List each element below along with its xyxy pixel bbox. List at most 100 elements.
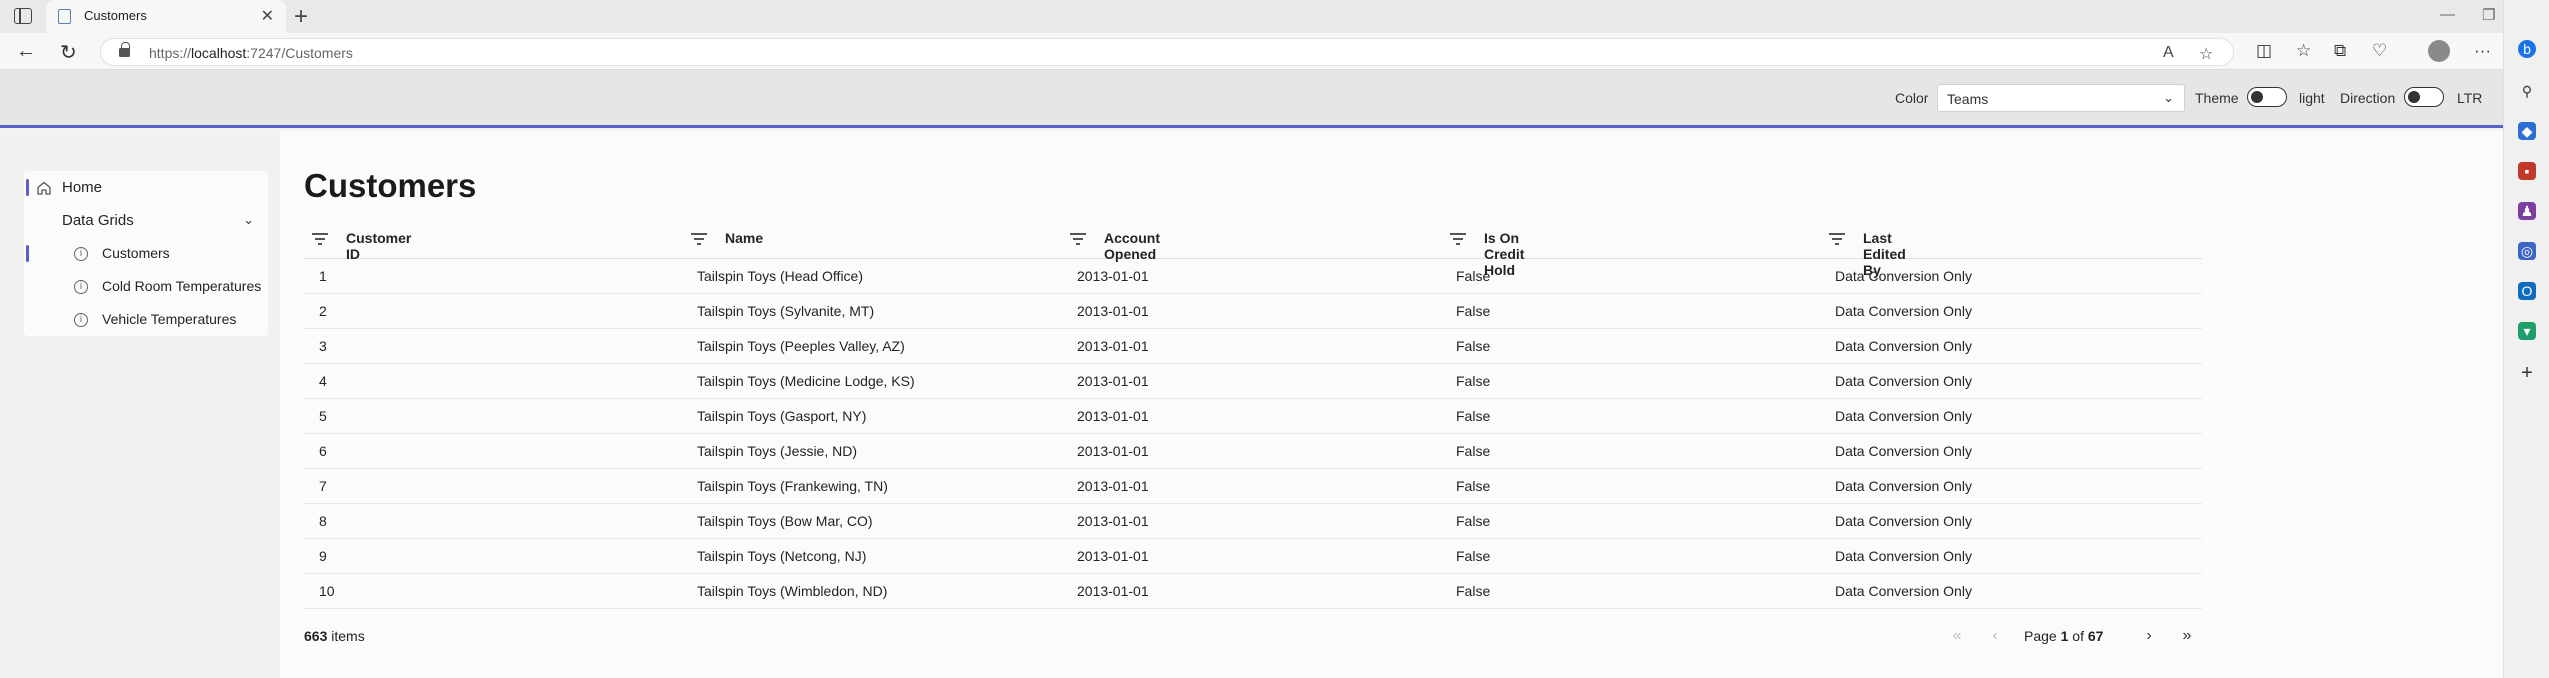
cell-customer-id: 3 <box>319 338 327 354</box>
profile-avatar[interactable] <box>2428 40 2450 62</box>
column-label: Account Opened <box>1104 230 1160 262</box>
color-select-value: Teams <box>1947 91 1989 107</box>
first-page-icon[interactable]: « <box>1942 622 1972 650</box>
cell-credit-hold: False <box>1456 583 1491 599</box>
table-row[interactable]: 4 Tailspin Toys (Medicine Lodge, KS) 201… <box>304 364 2202 399</box>
new-tab-icon[interactable]: + <box>294 3 308 31</box>
nav-item-customers[interactable]: i Customers <box>24 237 268 270</box>
nav-group-data-grids[interactable]: Data Grids ⌄ <box>24 204 268 237</box>
items-count: 663 items <box>304 628 365 644</box>
page-indicator: Page 1 of 67 <box>2024 628 2104 644</box>
table-row[interactable]: 9 Tailspin Toys (Netcong, NJ) 2013-01-01… <box>304 539 2202 574</box>
table-row[interactable]: 1 Tailspin Toys (Head Office) 2013-01-01… <box>304 259 2202 294</box>
filter-icon[interactable] <box>1829 233 1845 245</box>
nav-item-cold-room-temperatures[interactable]: i Cold Room Temperatures <box>24 270 268 303</box>
tools-icon[interactable]: ▪ <box>2518 162 2536 180</box>
nav-item-vehicle-temperatures[interactable]: i Vehicle Temperatures <box>24 303 268 336</box>
games-icon[interactable]: ♟ <box>2518 202 2536 220</box>
last-page-icon[interactable]: » <box>2172 622 2202 650</box>
tab-title: Customers <box>84 8 147 23</box>
refresh-icon[interactable]: ↻ <box>60 40 77 65</box>
cell-last-edited-by: Data Conversion Only <box>1835 548 1972 564</box>
minimize-icon[interactable]: — <box>2440 6 2455 23</box>
direction-toggle[interactable] <box>2404 87 2444 107</box>
theme-toggle[interactable] <box>2247 87 2287 107</box>
favorites-icon[interactable]: ☆ <box>2296 41 2311 61</box>
search-icon[interactable]: ⚲ <box>2518 82 2536 100</box>
cell-credit-hold: False <box>1456 338 1491 354</box>
table-row[interactable]: 8 Tailspin Toys (Bow Mar, CO) 2013-01-01… <box>304 504 2202 539</box>
color-label: Color <box>1895 90 1929 106</box>
cell-account-opened: 2013-01-01 <box>1077 443 1149 459</box>
info-icon: i <box>74 280 88 294</box>
app-header: Color Teams ⌄ Theme light Direction LTR <box>0 70 2503 128</box>
filter-icon[interactable] <box>312 233 328 245</box>
url-text[interactable]: https://localhost:7247/Customers <box>149 45 353 61</box>
tab-actions-icon[interactable] <box>14 8 32 24</box>
cell-name: Tailspin Toys (Jessie, ND) <box>697 443 858 459</box>
cell-last-edited-by: Data Conversion Only <box>1835 268 1972 284</box>
cell-name: Tailspin Toys (Sylvanite, MT) <box>697 303 875 319</box>
chevron-down-icon[interactable]: ⌄ <box>243 212 254 228</box>
cell-account-opened: 2013-01-01 <box>1077 408 1149 424</box>
next-page-icon[interactable]: › <box>2134 622 2164 650</box>
browser-toolbar: ← ↻ https://localhost:7247/Customers A ☆ <box>0 33 2503 70</box>
browser-tab[interactable]: Customers ✕ <box>46 0 286 33</box>
add-sidebar-icon[interactable]: + <box>2518 363 2536 383</box>
split-screen-icon[interactable]: ◫ <box>2256 41 2272 61</box>
color-select[interactable]: Teams ⌄ <box>1937 84 2185 112</box>
back-icon[interactable]: ← <box>16 40 36 63</box>
table-row[interactable]: 10 Tailspin Toys (Wimbledon, ND) 2013-01… <box>304 574 2202 609</box>
copilot-icon[interactable]: b <box>2518 40 2536 58</box>
table-row[interactable]: 6 Tailspin Toys (Jessie, ND) 2013-01-01 … <box>304 434 2202 469</box>
cell-credit-hold: False <box>1456 548 1491 564</box>
table-row[interactable]: 2 Tailspin Toys (Sylvanite, MT) 2013-01-… <box>304 294 2202 329</box>
cell-name: Tailspin Toys (Peeples Valley, AZ) <box>697 338 905 354</box>
browser-essentials-icon[interactable]: ♡ <box>2372 41 2387 61</box>
cell-credit-hold: False <box>1456 373 1491 389</box>
filter-icon[interactable] <box>1450 233 1466 245</box>
cell-name: Tailspin Toys (Gasport, NY) <box>697 408 867 424</box>
cell-customer-id: 7 <box>319 478 327 494</box>
collections-icon[interactable]: ⧉ <box>2334 41 2346 61</box>
restore-icon[interactable]: ❐ <box>2482 6 2495 24</box>
address-bar[interactable]: https://localhost:7247/Customers A ☆ <box>100 38 2234 66</box>
filter-icon[interactable] <box>1070 233 1086 245</box>
cell-name: Tailspin Toys (Medicine Lodge, KS) <box>697 373 915 389</box>
drop-icon[interactable]: ▾ <box>2518 322 2536 340</box>
cell-last-edited-by: Data Conversion Only <box>1835 478 1972 494</box>
customers-grid: Customer ID Name Account Opened Is On Cr… <box>304 219 2202 609</box>
direction-value: LTR <box>2457 90 2483 106</box>
nav-item-home[interactable]: Home <box>24 171 268 204</box>
more-options-icon[interactable]: ··· <box>2474 41 2491 61</box>
favorite-star-icon[interactable]: ☆ <box>2199 44 2213 64</box>
outlook-icon[interactable]: O <box>2518 282 2536 300</box>
cell-account-opened: 2013-01-01 <box>1077 303 1149 319</box>
table-row[interactable]: 5 Tailspin Toys (Gasport, NY) 2013-01-01… <box>304 399 2202 434</box>
close-tab-icon[interactable]: ✕ <box>261 6 274 26</box>
cell-account-opened: 2013-01-01 <box>1077 268 1149 284</box>
cell-credit-hold: False <box>1456 478 1491 494</box>
cell-customer-id: 2 <box>319 303 327 319</box>
previous-page-icon[interactable]: ‹ <box>1980 622 2010 650</box>
nav-menu: Home Data Grids ⌄ i Customers i Cold Roo… <box>24 171 268 336</box>
table-row[interactable]: 3 Tailspin Toys (Peeples Valley, AZ) 201… <box>304 329 2202 364</box>
cell-customer-id: 10 <box>319 583 335 599</box>
cell-last-edited-by: Data Conversion Only <box>1835 338 1972 354</box>
pagination: « ‹ Page 1 of 67 › » <box>1942 622 2202 652</box>
nav-item-label: Cold Room Temperatures <box>102 278 262 294</box>
read-aloud-icon[interactable]: A <box>2163 44 2174 62</box>
grid-footer: 663 items « ‹ Page 1 of 67 › » <box>304 627 2202 658</box>
filter-icon[interactable] <box>691 233 707 245</box>
cell-credit-hold: False <box>1456 408 1491 424</box>
cell-account-opened: 2013-01-01 <box>1077 548 1149 564</box>
shopping-icon[interactable]: ◆ <box>2518 122 2536 140</box>
cell-name: Tailspin Toys (Netcong, NJ) <box>697 548 867 564</box>
cell-last-edited-by: Data Conversion Only <box>1835 408 1972 424</box>
cell-customer-id: 5 <box>319 408 327 424</box>
table-row[interactable]: 7 Tailspin Toys (Frankewing, TN) 2013-01… <box>304 469 2202 504</box>
grid-header: Customer ID Name Account Opened Is On Cr… <box>304 219 2202 278</box>
lock-icon[interactable] <box>119 42 130 58</box>
main-content: Customers Customer ID Name Account Opene… <box>280 131 2503 678</box>
office-icon[interactable]: ◎ <box>2518 242 2536 260</box>
